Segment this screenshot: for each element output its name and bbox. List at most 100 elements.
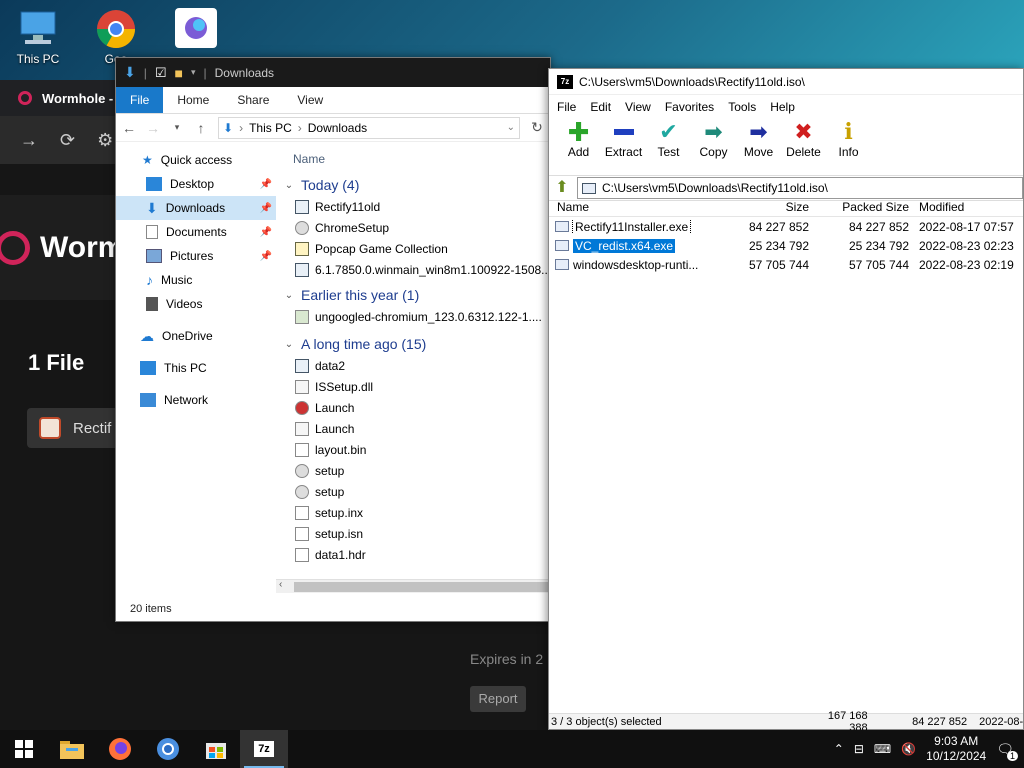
- breadcrumb-this-pc[interactable]: This PC: [249, 121, 292, 135]
- column-name[interactable]: Name: [549, 200, 711, 214]
- list-item[interactable]: layout.bin: [281, 439, 550, 460]
- taskbar-chromium[interactable]: [144, 730, 192, 768]
- nav-videos[interactable]: Videos: [116, 292, 276, 316]
- column-packed-size[interactable]: Packed Size: [809, 200, 909, 214]
- nav-desktop[interactable]: Desktop 📌: [116, 172, 276, 196]
- properties-icon[interactable]: ☑: [155, 65, 167, 81]
- nav-network[interactable]: Network: [116, 388, 276, 412]
- up-icon[interactable]: ↑: [194, 120, 208, 136]
- taskbar-file-explorer[interactable]: [48, 730, 96, 768]
- move-button[interactable]: ➡ Move: [737, 119, 780, 159]
- group-header-today[interactable]: ⌄ Today (4): [281, 174, 550, 196]
- cab-file-icon: [295, 358, 309, 373]
- refresh-icon[interactable]: ↻: [530, 119, 544, 136]
- keyboard-icon[interactable]: ⌨: [874, 742, 891, 756]
- list-item[interactable]: data1.hdr: [281, 544, 550, 565]
- archive-file-table: Name Size Packed Size Modified Rectify11…: [549, 197, 1023, 274]
- taskbar-firefox[interactable]: [96, 730, 144, 768]
- start-button[interactable]: [0, 730, 48, 768]
- delete-button[interactable]: ✖ Delete: [782, 119, 825, 159]
- file-name: layout.bin: [315, 442, 367, 457]
- list-item[interactable]: Launch: [281, 418, 550, 439]
- explorer-body: ★ Quick access Desktop 📌 ⬇ Downloads 📌 D…: [116, 144, 550, 621]
- table-row[interactable]: Rectify11Installer.exe 84 227 852 84 227…: [549, 217, 1023, 236]
- taskbar-store[interactable]: [192, 730, 240, 768]
- file-name: Launch: [315, 400, 355, 415]
- chevron-down-icon[interactable]: ⌄: [507, 122, 515, 133]
- menu-favorites[interactable]: Favorites: [665, 100, 714, 114]
- column-size[interactable]: Size: [711, 200, 809, 214]
- menu-file[interactable]: File: [557, 100, 576, 114]
- group-header-earlier[interactable]: ⌄ Earlier this year (1): [281, 284, 550, 306]
- tab-share[interactable]: Share: [223, 87, 283, 113]
- scrollbar-thumb[interactable]: [294, 582, 550, 592]
- tab-view[interactable]: View: [283, 87, 337, 113]
- nav-onedrive[interactable]: ☁ OneDrive: [116, 324, 276, 348]
- table-row[interactable]: VC_redist.x64.exe 25 234 792 25 234 792 …: [549, 236, 1023, 255]
- group-header-long-ago[interactable]: ⌄ A long time ago (15): [281, 333, 550, 355]
- chevron-up-icon[interactable]: ⌃: [834, 742, 844, 756]
- up-folder-icon[interactable]: ⬆: [553, 179, 571, 197]
- notification-icon[interactable]: 🗨 1: [996, 741, 1018, 761]
- address-box[interactable]: C:\Users\vm5\Downloads\Rectify11old.iso\: [577, 177, 1023, 199]
- list-item[interactable]: Popcap Game Collection: [281, 238, 550, 259]
- back-icon[interactable]: ←: [122, 120, 136, 136]
- arrow-right-icon: ➡: [749, 119, 768, 144]
- list-item[interactable]: setup.inx: [281, 502, 550, 523]
- menu-tools[interactable]: Tools: [728, 100, 756, 114]
- list-item[interactable]: setup.isn: [281, 523, 550, 544]
- desktop-icon-this-pc[interactable]: This PC: [14, 8, 62, 66]
- list-item[interactable]: ChromeSetup: [281, 217, 550, 238]
- copy-button[interactable]: ➡ Copy: [692, 119, 735, 159]
- nav-music[interactable]: ♪ Music: [116, 268, 276, 292]
- new-folder-icon[interactable]: ■: [175, 65, 183, 81]
- taskbar-7zip[interactable]: 7z: [240, 730, 288, 768]
- nav-pictures[interactable]: Pictures 📌: [116, 244, 276, 268]
- site-info-icon[interactable]: ⚙: [97, 130, 113, 151]
- address-box[interactable]: ⬇ › This PC › Downloads ⌄: [218, 116, 520, 139]
- menu-help[interactable]: Help: [770, 100, 795, 114]
- forward-icon[interactable]: →: [146, 120, 160, 136]
- nav-documents[interactable]: Documents 📌: [116, 220, 276, 244]
- tab-file[interactable]: File: [116, 87, 164, 113]
- tab-home[interactable]: Home: [163, 87, 223, 113]
- dropdown-icon[interactable]: ▾: [191, 67, 196, 78]
- nav-this-pc[interactable]: This PC: [116, 356, 276, 380]
- column-modified[interactable]: Modified: [909, 200, 1019, 214]
- scroll-left-icon[interactable]: ‹: [279, 579, 282, 590]
- clock[interactable]: 9:03 AM 10/12/2024: [926, 734, 986, 764]
- list-item[interactable]: setup: [281, 481, 550, 502]
- nav-downloads[interactable]: ⬇ Downloads 📌: [116, 196, 276, 220]
- speaker-muted-icon[interactable]: 🔇: [901, 742, 916, 756]
- menu-view[interactable]: View: [625, 100, 651, 114]
- list-item[interactable]: Launch: [281, 397, 550, 418]
- file-packed-size: 25 234 792: [848, 238, 909, 253]
- list-item[interactable]: ISSetup.dll: [281, 376, 550, 397]
- info-icon: i: [844, 119, 853, 145]
- list-item[interactable]: ungoogled-chromium_123.0.6312.122-1....: [281, 306, 550, 327]
- test-button[interactable]: ✔ Test: [647, 119, 690, 159]
- nav-quick-access[interactable]: ★ Quick access: [116, 148, 276, 172]
- table-header: Name Size Packed Size Modified: [549, 197, 1023, 217]
- info-button[interactable]: i Info: [827, 119, 870, 159]
- table-row[interactable]: windowsdesktop-runti... 57 705 744 57 70…: [549, 255, 1023, 274]
- reload-icon[interactable]: ⟳: [60, 130, 75, 151]
- menu-edit[interactable]: Edit: [590, 100, 611, 114]
- list-item[interactable]: data2: [281, 355, 550, 376]
- forward-icon[interactable]: →: [20, 130, 38, 151]
- iso-file-icon: [295, 199, 309, 214]
- network-icon[interactable]: ⊟: [854, 742, 864, 756]
- list-item[interactable]: Rectify11old: [281, 196, 550, 217]
- tool-label: Add: [567, 145, 590, 159]
- list-item[interactable]: 6.1.7850.0.winmain_win8m1.100922-1508...: [281, 259, 550, 280]
- list-item[interactable]: setup: [281, 460, 550, 481]
- extract-button[interactable]: Extract: [602, 119, 645, 159]
- add-button[interactable]: ✚ Add: [557, 117, 600, 160]
- column-header-name[interactable]: Name: [281, 144, 550, 174]
- report-button[interactable]: Report: [470, 686, 526, 712]
- recent-dropdown-icon[interactable]: ▾: [170, 122, 184, 133]
- app-icon: [295, 241, 309, 256]
- breadcrumb-downloads[interactable]: Downloads: [308, 121, 367, 135]
- horizontal-scrollbar[interactable]: ‹: [276, 579, 550, 593]
- desktop-icon-copilot[interactable]: [172, 8, 220, 52]
